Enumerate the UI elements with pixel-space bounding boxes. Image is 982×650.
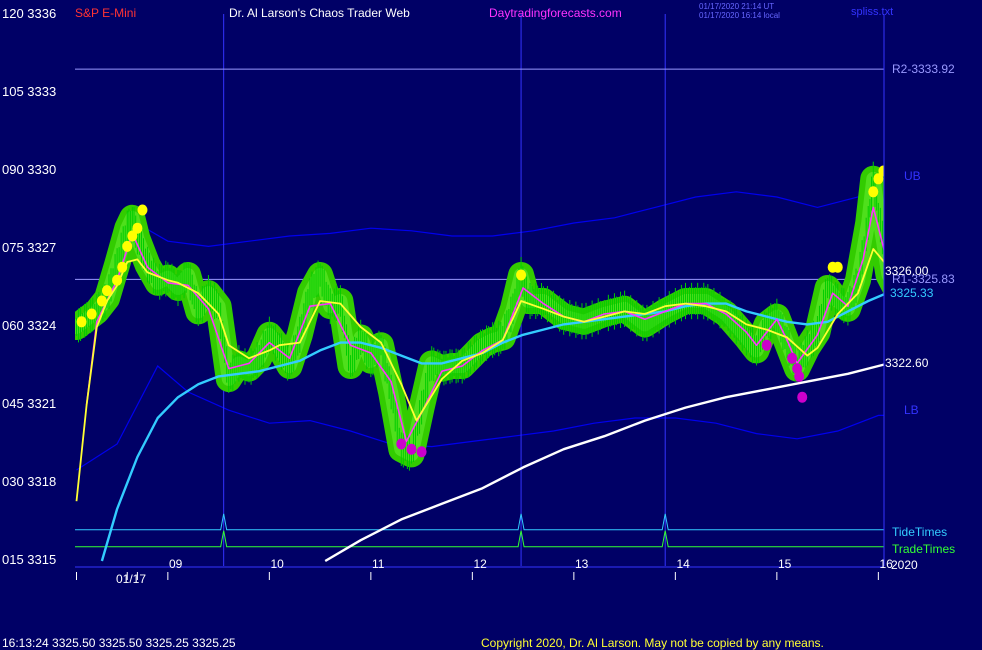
swing-high-marker [117, 261, 128, 273]
swing-high-marker [889, 233, 899, 244]
x-tick-label: 13 [575, 557, 589, 571]
swing-low-marker [416, 446, 427, 458]
upper-band-line [127, 180, 884, 248]
date-label: 01/17 [116, 572, 147, 586]
swing-low-marker [396, 438, 407, 450]
swing-high-marker [76, 316, 87, 328]
site-link[interactable]: Daytradingforecasts.com [489, 6, 622, 20]
resistance-label: R2-3333.92 [892, 62, 955, 77]
last-quote: 16:13:24 3325.50 3325.50 3325.25 3325.25 [2, 636, 236, 650]
swing-low-marker [406, 443, 417, 455]
utc-timestamp: 01/17/2020 21:14 UT [699, 2, 775, 11]
swing-low-marker [794, 370, 805, 382]
x-tick-label: 11 [372, 557, 385, 571]
swing-high-marker [101, 285, 112, 297]
swing-high-marker [112, 274, 123, 286]
trade-times-line [75, 530, 884, 548]
lower-band-line [76, 365, 884, 471]
y-tick-label: 105 3333 [2, 84, 57, 99]
x-tick-label: 15 [778, 557, 792, 571]
y-tick-label: 030 3318 [2, 474, 57, 489]
y-tick-label: 090 3330 [2, 162, 57, 177]
symbol-title: S&P E-Mini [75, 6, 137, 20]
y-tick-label: 120 3336 [2, 6, 57, 21]
swing-high-marker [883, 212, 884, 218]
y-tick-label: 075 3327 [2, 240, 57, 255]
year-label: 2020 [891, 558, 918, 572]
last-price-label: 3326.00 [885, 264, 929, 278]
swing-low-marker [787, 352, 798, 364]
series-layer [75, 161, 884, 563]
tide-times-line [75, 513, 884, 531]
swing-high-marker [516, 269, 527, 281]
swing-high-marker [868, 186, 879, 198]
swing-high-marker [878, 165, 884, 177]
y-tick-label: 060 3324 [2, 318, 57, 333]
band-label: LB [904, 403, 919, 418]
chart-title: Dr. Al Larson's Chaos Trader Web [229, 6, 410, 20]
swing-high-marker [86, 308, 97, 320]
x-tick-label: 09 [169, 557, 183, 571]
data-file-name: spliss.txt [851, 6, 894, 18]
trade-times-label: TradeTimes [892, 542, 956, 556]
slow-average-value-label: 3325.33 [890, 286, 934, 301]
swing-high-marker [832, 261, 843, 273]
swing-high-marker [122, 240, 133, 252]
trend-value-label: 3322.60 [885, 356, 929, 371]
y-tick-label: 045 3321 [2, 396, 57, 411]
swing-low-marker [797, 391, 808, 403]
tide-times-label: TideTimes [892, 525, 948, 539]
swing-high-marker [132, 222, 143, 234]
x-tick-label: 10 [270, 557, 284, 571]
x-tick-label: 12 [473, 557, 487, 571]
chart-canvas [75, 14, 899, 580]
x-tick-label: 14 [676, 557, 690, 571]
copyright-notice: Copyright 2020, Dr. Al Larson. May not b… [481, 636, 824, 650]
swing-low-marker [761, 339, 772, 351]
y-tick-label: 015 3315 [2, 552, 57, 567]
swing-high-marker [96, 295, 107, 307]
local-timestamp: 01/17/2020 16:14 local [699, 11, 780, 20]
band-label: UB [904, 169, 921, 184]
swing-high-marker [137, 204, 148, 216]
